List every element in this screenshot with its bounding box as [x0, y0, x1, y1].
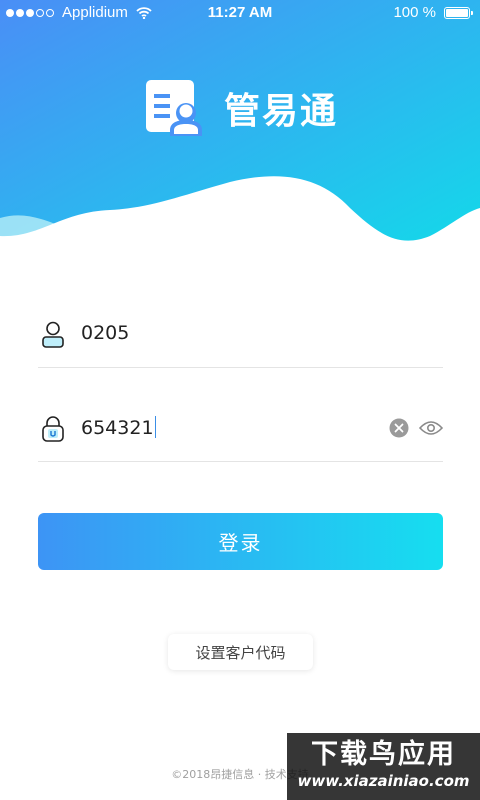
- watermark: 下载鸟应用 www.xiazainiao.com: [287, 733, 480, 800]
- clear-icon[interactable]: [389, 418, 409, 438]
- lock-icon: [42, 416, 64, 442]
- text-caret: [154, 416, 157, 438]
- status-right: 100 %: [393, 4, 473, 21]
- eye-icon[interactable]: [419, 419, 443, 437]
- password-field[interactable]: 654321: [38, 402, 443, 462]
- set-customer-code-button[interactable]: 设置客户代码: [168, 634, 313, 670]
- battery-percentage: 100 %: [393, 4, 436, 21]
- username-field[interactable]: 0205: [38, 308, 443, 368]
- login-screen: Applidium 11:27 AM 100 % 管易通 0205 654321…: [0, 0, 480, 800]
- user-icon: [42, 321, 64, 348]
- watermark-title: 下载鸟应用: [311, 739, 456, 770]
- login-button[interactable]: 登录: [38, 513, 443, 570]
- app-name: 管易通: [224, 91, 339, 132]
- contact-card-icon: [146, 80, 202, 136]
- username-value: 0205: [81, 322, 130, 344]
- status-bar: Applidium 11:27 AM 100 %: [0, 0, 480, 26]
- battery-icon: [444, 6, 473, 19]
- app-logo: 管易通: [146, 80, 338, 136]
- watermark-url: www.xiazainiao.com: [297, 772, 470, 790]
- password-value: 654321: [81, 417, 154, 439]
- password-value-wrap: 654321: [81, 416, 157, 439]
